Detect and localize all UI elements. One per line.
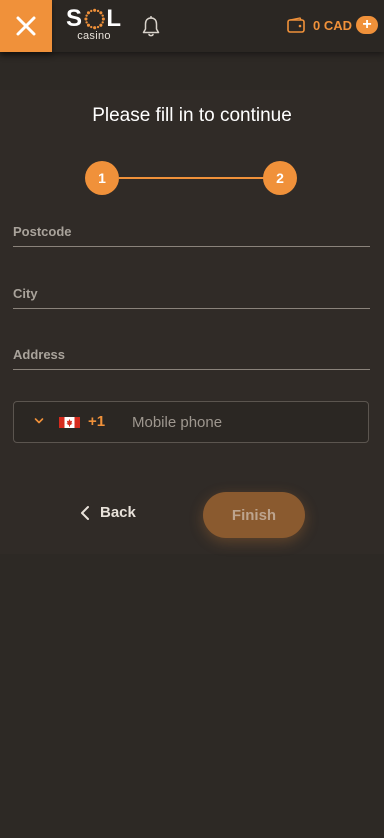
sun-icon <box>84 8 105 30</box>
sol-casino-logo[interactable]: S L casino <box>66 6 122 48</box>
city-label: City <box>13 286 38 301</box>
balance-amount: 0 CAD <box>312 17 352 33</box>
logo-letter-s: S <box>66 5 84 32</box>
back-button[interactable]: Back <box>80 504 136 521</box>
step-1-indicator: 1 <box>85 161 119 195</box>
postcode-field[interactable]: Postcode <box>13 224 370 247</box>
bell-icon[interactable] <box>141 16 161 38</box>
plus-icon: + <box>362 16 372 33</box>
close-icon <box>16 16 36 36</box>
form-title: Please fill in to continue <box>92 105 292 126</box>
top-bar: S L casino 0 CAD + <box>0 0 384 52</box>
postcode-label: Postcode <box>13 224 72 239</box>
address-label: Address <box>13 347 66 362</box>
finish-button[interactable]: Finish <box>203 492 305 538</box>
back-label: Back <box>100 504 136 521</box>
form-panel <box>0 90 384 554</box>
canada-flag-icon[interactable] <box>59 417 80 428</box>
balance-area[interactable]: 0 CAD + <box>287 16 378 34</box>
city-field[interactable]: City <box>13 286 370 309</box>
close-button[interactable] <box>0 0 52 52</box>
chevron-down-icon[interactable] <box>34 417 44 425</box>
address-field[interactable]: Address <box>13 347 370 370</box>
finish-label: Finish <box>231 506 277 524</box>
wallet-icon <box>287 17 305 33</box>
step-2-indicator: 2 <box>263 161 297 195</box>
country-code[interactable]: +1 <box>88 413 105 430</box>
chevron-left-icon <box>81 505 89 520</box>
step-connector <box>119 177 265 179</box>
logo-letter-l: L <box>106 5 122 32</box>
mobile-phone-input[interactable] <box>132 410 352 434</box>
mobile-phone-field[interactable]: +1 <box>13 401 369 443</box>
deposit-button[interactable]: + <box>356 16 378 34</box>
